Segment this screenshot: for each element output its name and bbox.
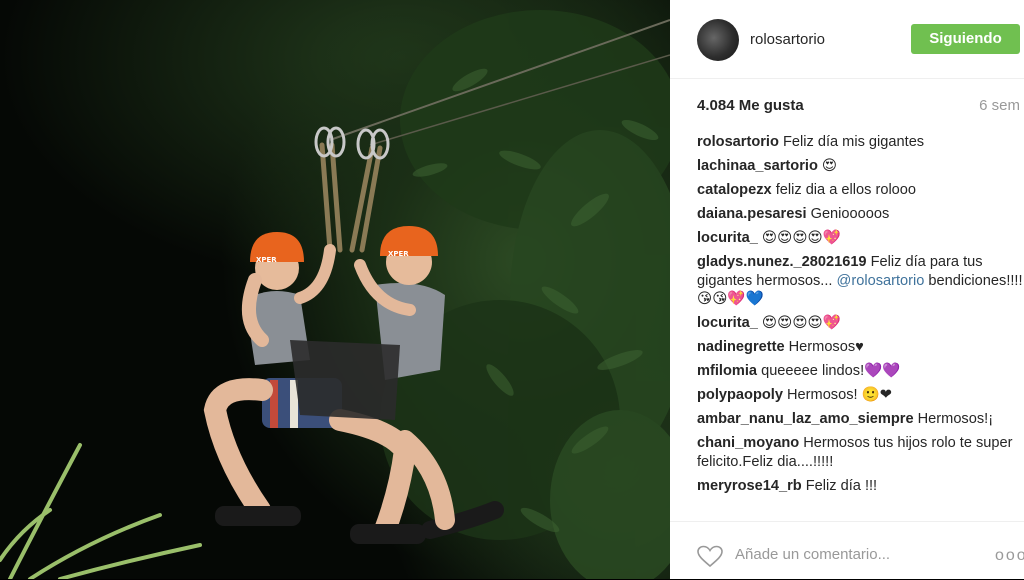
comment-text: Feliz día !!!	[805, 477, 878, 494]
comment-text: Hermosos!¡	[917, 411, 994, 427]
heart-icon[interactable]	[696, 545, 724, 567]
add-comment-input[interactable]: Añade un comentario...	[735, 546, 890, 563]
helmet-logo-left: XPER	[256, 256, 277, 264]
comment-username[interactable]: locurita_	[697, 230, 758, 246]
post-footer: Añade un comentario... ooo	[670, 521, 1024, 580]
comment-username[interactable]: nadinegrette	[697, 339, 785, 355]
comment-mention[interactable]: @rolosartorio	[837, 273, 925, 289]
comment-item: nadinegrette Hermosos♥	[697, 338, 1023, 357]
post-age[interactable]: 6 sem	[979, 97, 1020, 114]
comment-text: queeeee lindos!💜💜	[761, 363, 901, 379]
comment-item: locurita_ 😍😍😍😍💖	[697, 229, 1023, 248]
comment-text: Hermosos! 🙂❤	[787, 387, 893, 403]
comment-username[interactable]: rolosartorio	[697, 134, 779, 150]
comment-item: catalopezx feliz dia a ellos rolooo	[697, 181, 1023, 200]
comment-item: lachinaa_sartorio 😍	[697, 157, 1023, 176]
comment-username[interactable]: locurita_	[697, 315, 758, 331]
comment-username[interactable]: ambar_nanu_laz_amo_siempre	[697, 411, 914, 427]
comment-text: Hermosos♥	[788, 339, 864, 355]
comment-item: rolosartorio Feliz día mis gigantes	[697, 133, 1023, 152]
post-username[interactable]: rolosartorio	[750, 31, 825, 48]
comment-username[interactable]: meryrose14_rb	[697, 478, 802, 494]
helmet-logo-right: XPER	[388, 250, 409, 258]
comment-username[interactable]: polypaopoly	[697, 387, 783, 403]
comment-item: locurita_ 😍😍😍😍💖	[697, 314, 1023, 333]
comment-text: 😍😍😍😍💖	[761, 315, 841, 331]
comment-text: Feliz día mis gigantes	[782, 134, 925, 150]
comment-text: feliz dia a ellos rolooo	[775, 182, 917, 198]
comment-item: meryrose14_rb Feliz día !!!	[697, 477, 1023, 496]
comment-username[interactable]: daiana.pesaresi	[697, 206, 807, 222]
comment-item: ambar_nanu_laz_amo_siempre Hermosos!¡	[697, 410, 1023, 429]
comment-username[interactable]: lachinaa_sartorio	[697, 158, 818, 174]
comment-username[interactable]: gladys.nunez._28021619	[697, 254, 867, 270]
avatar[interactable]	[697, 19, 739, 61]
likes-count[interactable]: 4.084 Me gusta	[697, 97, 804, 114]
zipline-photo-illustration: XPER XPER	[0, 10, 670, 579]
comment-username[interactable]: chani_moyano	[697, 435, 799, 451]
comment-item: polypaopoly Hermosos! 🙂❤	[697, 386, 1023, 405]
comment-item: mfilomia queeeee lindos!💜💜	[697, 362, 1023, 381]
comment-text: 😍	[821, 158, 838, 174]
comment-item: daiana.pesaresi Geniooooos	[697, 205, 1023, 224]
following-button[interactable]: Siguiendo	[911, 24, 1020, 54]
comment-text: 😍😍😍😍💖	[761, 230, 841, 246]
post-photo[interactable]: XPER XPER	[0, 0, 670, 579]
comment-item: gladys.nunez._28021619 Feliz día para tu…	[697, 253, 1023, 309]
comment-username[interactable]: mfilomia	[697, 363, 757, 379]
comment-username[interactable]: catalopezx	[697, 182, 772, 198]
post-side-panel: rolosartorio Siguiendo 4.084 Me gusta 6 …	[670, 0, 1024, 579]
comment-text: Geniooooos	[810, 206, 890, 222]
post-header: rolosartorio Siguiendo	[670, 0, 1024, 79]
comment-item: chani_moyano Hermosos tus hijos rolo te …	[697, 434, 1023, 471]
comments-list: rolosartorio Feliz día mis gigantes lach…	[697, 133, 1023, 501]
more-options-icon[interactable]: ooo	[995, 547, 1024, 565]
